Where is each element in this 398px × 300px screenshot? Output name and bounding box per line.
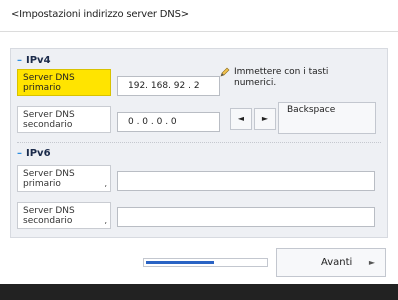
ipv4-section-label: IPv4 [26,55,51,66]
ipv6-primary-dns-input[interactable] [117,171,375,191]
next-button[interactable]: Avanti ► [276,248,386,277]
left-arrow-icon: ◄ [237,114,245,123]
ipv4-primary-dns-input[interactable]: 192. 168. 92 . 2 [117,76,220,96]
label-line1: Server DNS [23,169,75,179]
next-arrow-icon: ► [368,258,375,267]
label-line2: secondario [23,216,73,226]
pencil-icon [220,67,230,77]
label-line2: secondario [23,120,73,130]
label-line1: Server DNS [23,110,75,120]
backspace-button[interactable]: Backspace [278,102,376,134]
progress-bar [143,258,268,267]
bottom-bar [0,284,398,300]
title-divider [0,31,398,32]
label-line2: primario [23,179,61,189]
ipv4-section-title: – IPv4 [17,55,51,66]
label-line2: primario [23,83,61,93]
label-mark: , [104,216,107,225]
ipv6-primary-dns-label[interactable]: Server DNS primario , [17,165,111,192]
label-line1: Server DNS [23,206,75,216]
backspace-label: Backspace [287,105,336,115]
ipv4-secondary-dns-input[interactable]: 0 . 0 . 0 . 0 [117,112,220,132]
label-line1: Server DNS [23,73,75,83]
ipv4-secondary-dns-label[interactable]: Server DNS secondario [17,106,111,133]
right-arrow-icon: ► [261,114,269,123]
section-divider [17,142,381,143]
progress-fill [146,261,214,264]
label-mark: , [104,179,107,188]
cursor-left-button[interactable]: ◄ [230,108,252,130]
next-label: Avanti [321,257,353,268]
hint-text: Immettere con i tasti numerici. [234,67,329,88]
ipv6-section-label: IPv6 [26,148,51,159]
cursor-right-button[interactable]: ► [254,108,276,130]
ipv6-secondary-dns-input[interactable] [117,207,375,227]
ipv6-section-title: – IPv6 [17,148,51,159]
page-title: <Impostazioni indirizzo server DNS> [11,9,189,20]
section-bullet-icon: – [17,55,22,66]
ipv6-secondary-dns-label[interactable]: Server DNS secondario , [17,202,111,229]
section-bullet-icon: – [17,148,22,159]
input-hint: Immettere con i tasti numerici. [220,67,370,89]
ipv4-primary-dns-label[interactable]: Server DNS primario [17,69,111,96]
